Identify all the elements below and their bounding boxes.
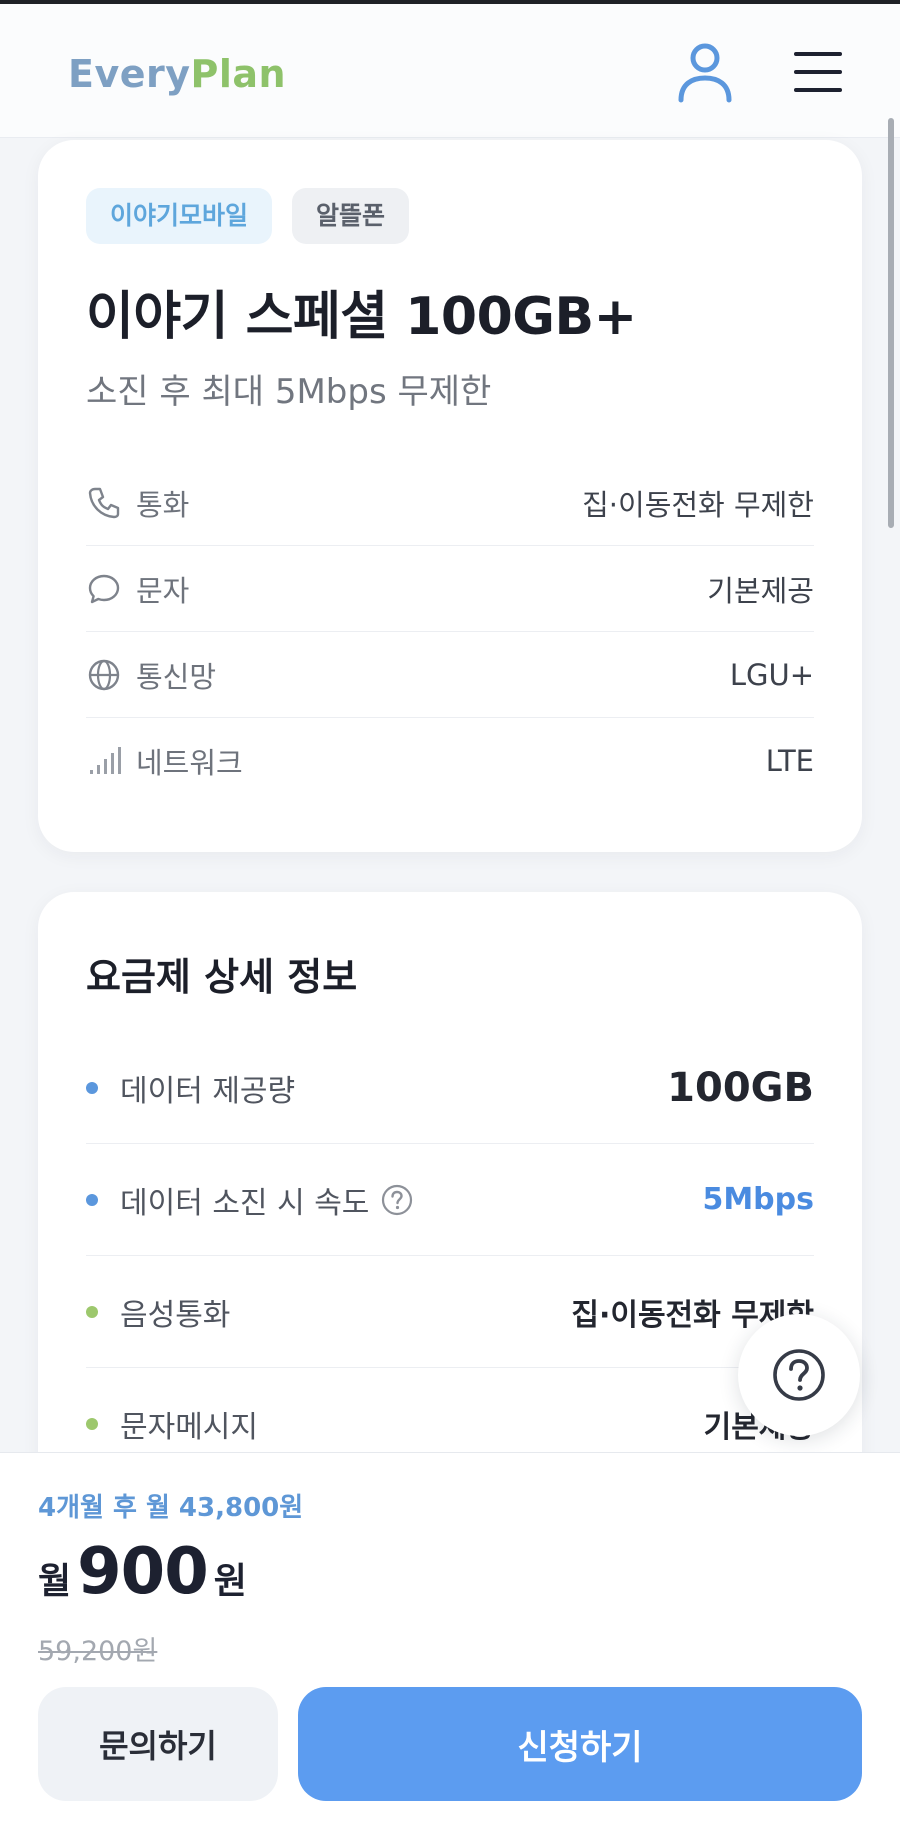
spec-label-network-carrier: 통신망	[136, 659, 217, 694]
detail-list: 데이터 제공량 100GB 데이터 소진 시 속도 5Mbps 음성통화 집·이…	[86, 1032, 814, 1480]
detail-row-throttle-speed: 데이터 소진 시 속도 5Mbps	[86, 1144, 814, 1256]
detail-row-voice: 음성통화 집·이동전화 무제한	[86, 1256, 814, 1368]
menu-button[interactable]	[792, 48, 844, 96]
plan-type-badge: 알뜰폰	[292, 188, 410, 244]
signal-bars-icon	[86, 743, 122, 779]
spec-value-network-type: LTE	[765, 744, 814, 778]
chat-bubble-icon	[86, 571, 122, 607]
price-amount: 900	[77, 1535, 209, 1609]
bullet-dot	[86, 1305, 98, 1318]
logo-text-every: Every	[68, 52, 191, 96]
spec-list: 통화 집·이동전화 무제한 문자 기본제공 통신망 LGU+ 네트워크 LTE	[86, 460, 814, 804]
plan-subtitle: 소진 후 최대 5Mbps 무제한	[86, 372, 492, 412]
hamburger-menu-icon	[794, 52, 842, 92]
help-floating-button[interactable]	[738, 1314, 860, 1436]
spec-value-network-carrier: LGU+	[729, 657, 814, 692]
logo-text-plan: Plan	[190, 52, 287, 96]
detail-value-data-amount: 100GB	[667, 1064, 814, 1111]
spec-label-call: 통화	[136, 487, 190, 522]
price-currency: 원	[213, 1561, 247, 1602]
details-section-title: 요금제 상세 정보	[86, 955, 358, 999]
monthly-price: 월 900 원	[38, 1535, 247, 1609]
carrier-badge: 이야기모바일	[86, 188, 273, 244]
spec-row-network-carrier: 통신망 LGU+	[86, 632, 814, 718]
globe-icon	[86, 657, 122, 693]
plan-details-card: 요금제 상세 정보 데이터 제공량 100GB 데이터 소진 시 속도 5Mbp…	[38, 892, 862, 1492]
spec-row-sms: 문자 기본제공	[86, 546, 814, 632]
spec-row-call: 통화 집·이동전화 무제한	[86, 460, 814, 546]
spec-value-sms: 기본제공	[707, 573, 814, 608]
scrollbar[interactable]	[888, 118, 894, 528]
detail-label-data-amount: 데이터 제공량	[120, 1073, 296, 1109]
plan-summary-card: 이야기모바일 알뜰폰 이야기 스페셜 100GB+ 소진 후 최대 5Mbps …	[38, 140, 862, 852]
plan-badges: 이야기모바일 알뜰폰	[86, 188, 410, 244]
inquiry-button[interactable]: 문의하기	[38, 1687, 278, 1801]
question-circle-icon[interactable]	[381, 1184, 413, 1216]
phone-icon	[86, 485, 122, 521]
spec-label-sms: 문자	[136, 573, 190, 608]
plan-title: 이야기 스페셜 100GB+	[86, 287, 637, 347]
everyplan-logo[interactable]: EveryPlan	[68, 52, 286, 96]
apply-button[interactable]: 신청하기	[298, 1687, 862, 1801]
detail-label-sms: 문자메시지	[120, 1409, 258, 1445]
spec-row-network-type: 네트워크 LTE	[86, 718, 814, 804]
detail-label-throttle-speed: 데이터 소진 시 속도	[120, 1178, 413, 1222]
original-price: 59,200원	[38, 1636, 158, 1667]
detail-row-data-amount: 데이터 제공량 100GB	[86, 1032, 814, 1144]
user-profile-button[interactable]	[676, 40, 734, 106]
spec-value-call: 집·이동전화 무제한	[582, 487, 814, 522]
bullet-dot	[86, 1193, 98, 1206]
promo-price-text: 4개월 후 월 43,800원	[38, 1493, 304, 1523]
purchase-bar: 4개월 후 월 43,800원 월 900 원 59,200원 문의하기 신청하…	[0, 1452, 900, 1830]
question-circle-icon	[773, 1349, 825, 1401]
bullet-dot	[86, 1417, 98, 1430]
spec-label-network-type: 네트워크	[136, 746, 243, 780]
detail-label-throttle-speed-text: 데이터 소진 시 속도	[120, 1185, 370, 1221]
detail-label-voice: 음성통화	[120, 1297, 231, 1333]
user-icon	[678, 43, 732, 103]
price-unit: 월	[38, 1561, 72, 1602]
plan-detail-page: EveryPlan 이야기모바일 알뜰폰 이야기 스페셜 100GB+ 소진 후…	[0, 0, 900, 1830]
bullet-dot	[86, 1081, 98, 1094]
app-header: EveryPlan	[0, 4, 900, 138]
detail-value-throttle-speed: 5Mbps	[702, 1182, 814, 1217]
